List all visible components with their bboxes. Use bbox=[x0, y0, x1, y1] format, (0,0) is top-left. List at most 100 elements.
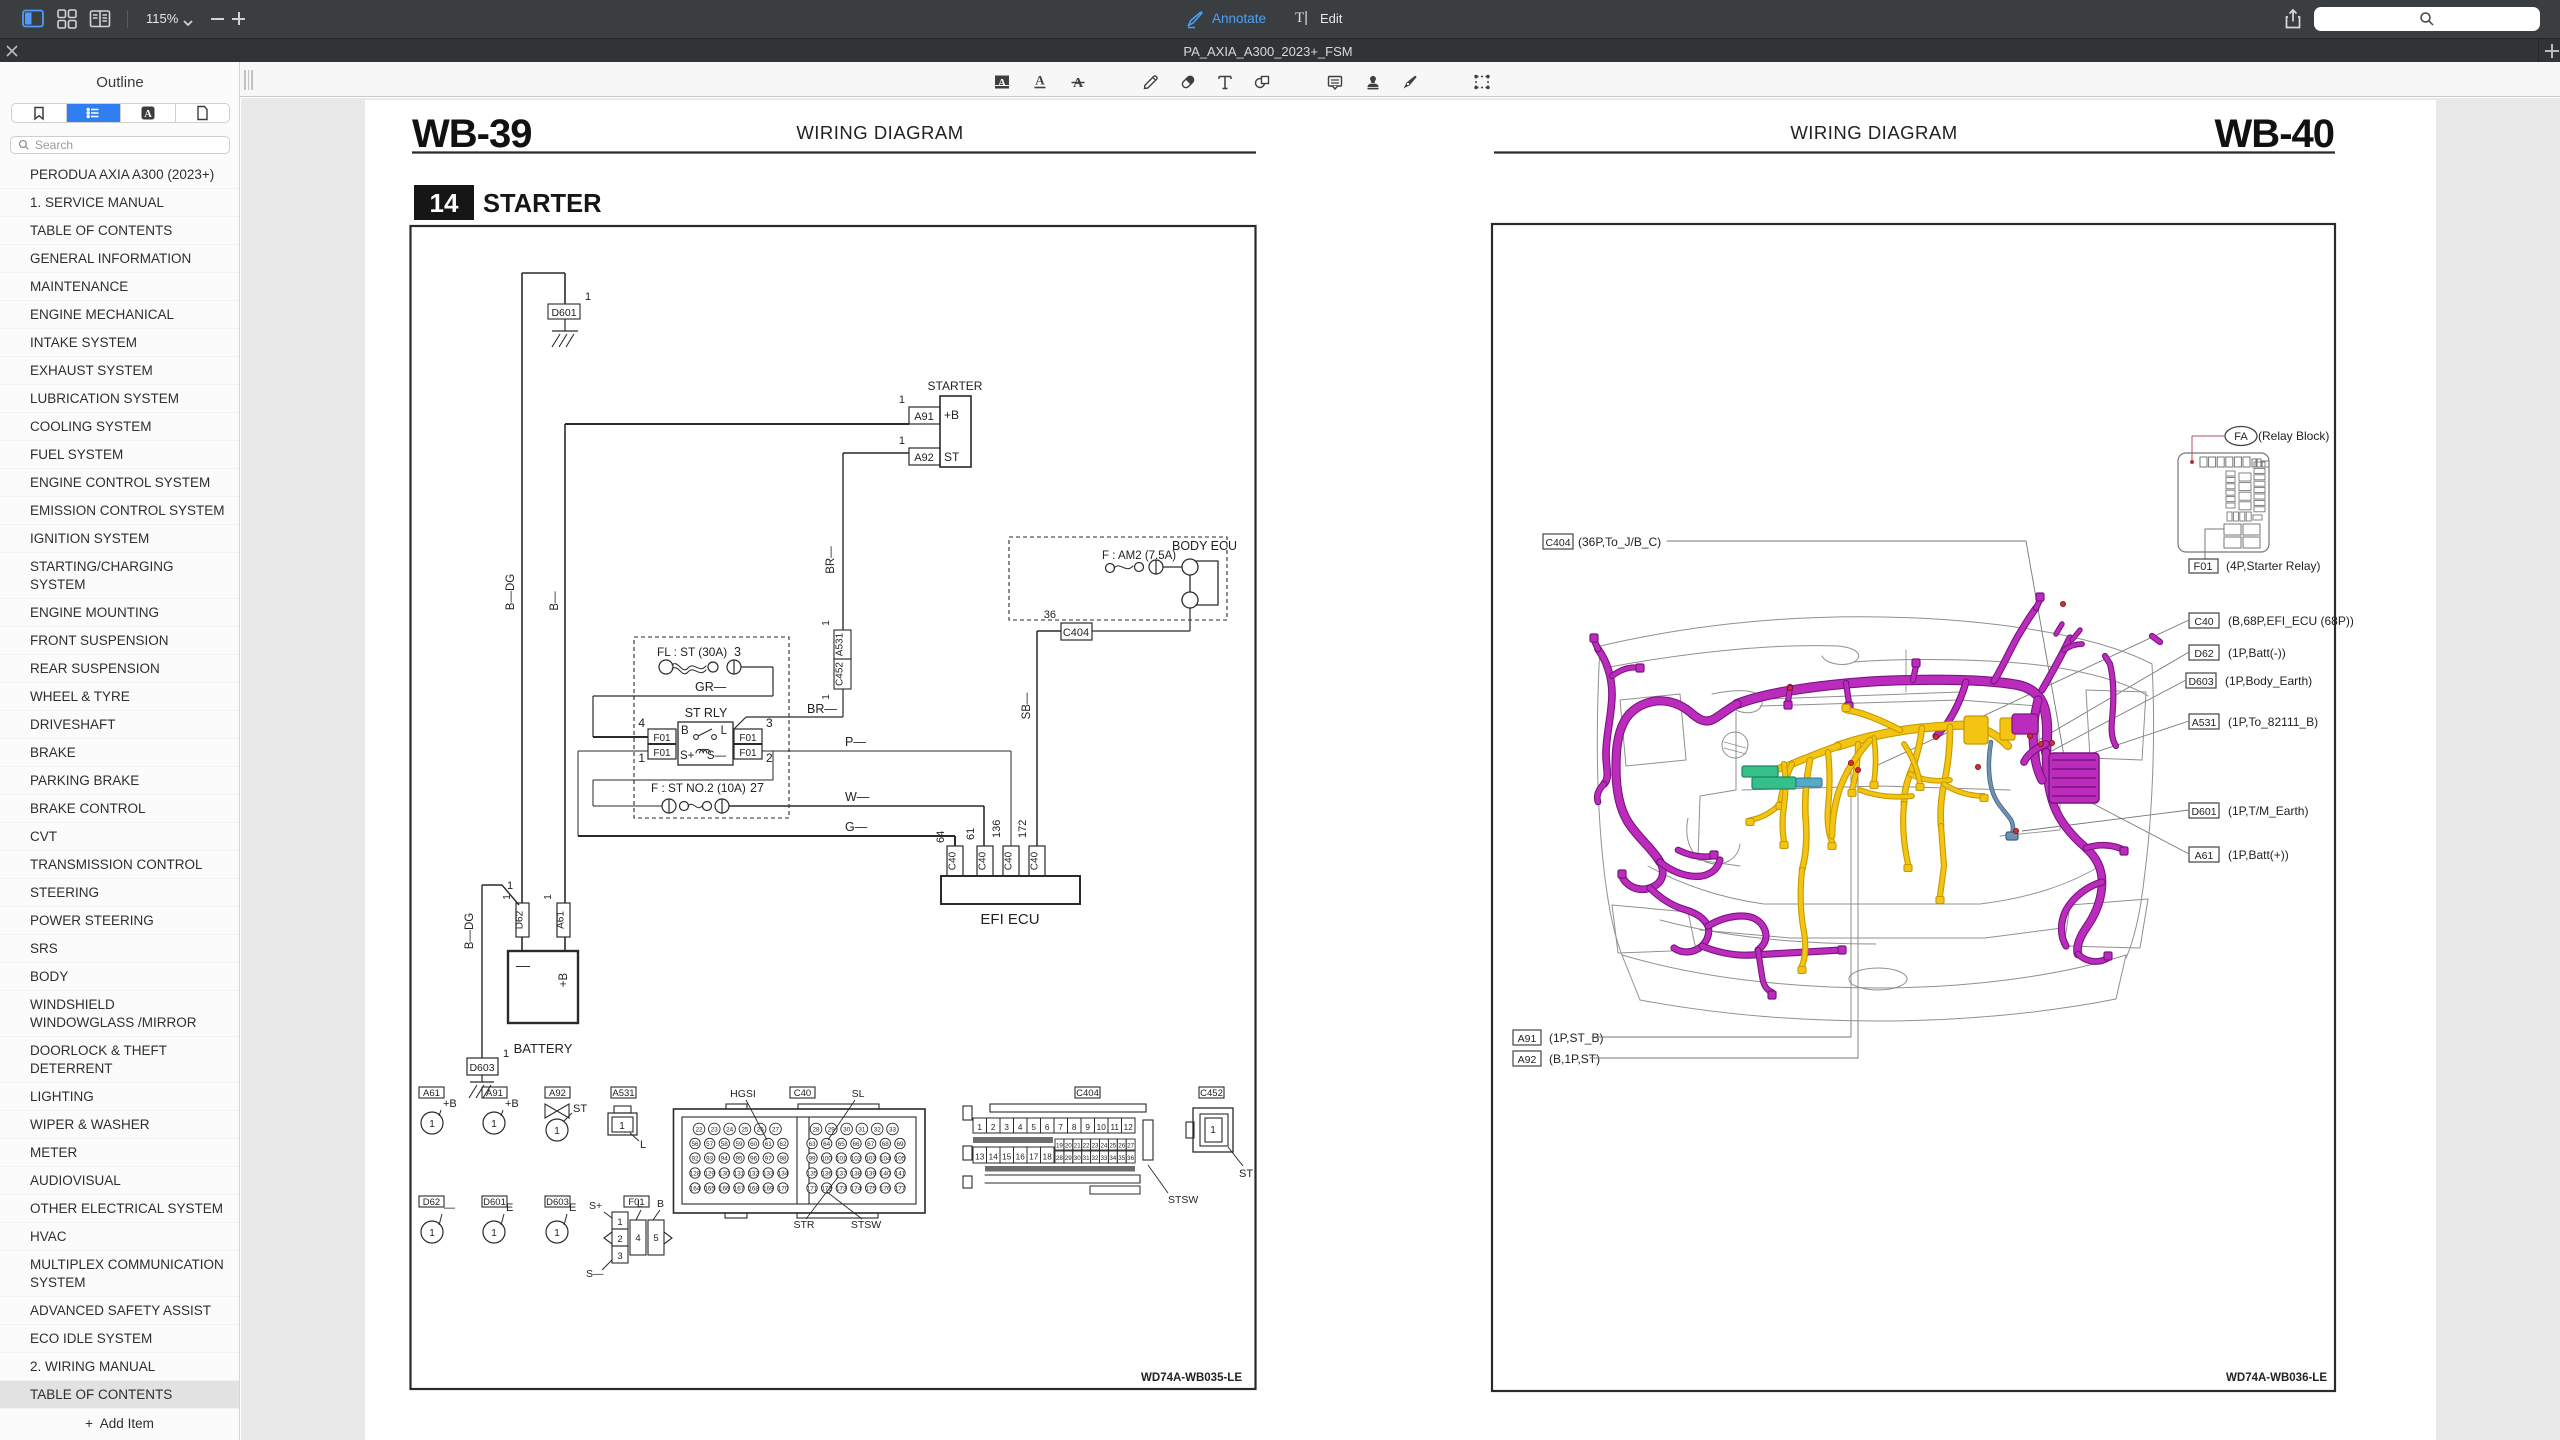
svg-text:59: 59 bbox=[735, 1141, 743, 1148]
svg-text:A: A bbox=[998, 77, 1006, 89]
svg-text:2: 2 bbox=[991, 1123, 996, 1132]
svg-text:BATTERY: BATTERY bbox=[514, 1041, 573, 1056]
svg-text:G—: G— bbox=[845, 820, 868, 834]
svg-text:176: 176 bbox=[880, 1185, 891, 1192]
svg-text:C40: C40 bbox=[2194, 616, 2213, 628]
svg-text:A91: A91 bbox=[914, 411, 934, 423]
svg-text:36: 36 bbox=[1127, 1155, 1134, 1162]
svg-text:58: 58 bbox=[721, 1141, 729, 1148]
svg-text:3: 3 bbox=[734, 645, 741, 659]
svg-text:95: 95 bbox=[735, 1155, 743, 1162]
svg-text:BODY ECU: BODY ECU bbox=[1172, 539, 1237, 553]
svg-text:F01: F01 bbox=[2194, 561, 2213, 573]
svg-text:28: 28 bbox=[1056, 1155, 1063, 1162]
svg-text:139: 139 bbox=[865, 1170, 876, 1177]
svg-text:172: 172 bbox=[1017, 820, 1029, 838]
svg-text:65: 65 bbox=[838, 1141, 846, 1148]
svg-text:1: 1 bbox=[821, 620, 832, 626]
svg-text:93: 93 bbox=[706, 1155, 714, 1162]
svg-text:D62: D62 bbox=[423, 1197, 440, 1208]
svg-text:5: 5 bbox=[653, 1233, 658, 1244]
svg-text:132: 132 bbox=[748, 1170, 759, 1177]
svg-text:C452: C452 bbox=[835, 662, 846, 686]
svg-text:29: 29 bbox=[828, 1126, 836, 1133]
svg-text:F : AM2 (7.5A): F : AM2 (7.5A) bbox=[1102, 550, 1176, 562]
svg-text:A61: A61 bbox=[2195, 850, 2214, 862]
svg-text:(1P,To_82111_B): (1P,To_82111_B) bbox=[2228, 715, 2318, 729]
svg-text:D62: D62 bbox=[2194, 648, 2213, 660]
svg-text:STR: STR bbox=[794, 1219, 815, 1231]
svg-text:31: 31 bbox=[858, 1126, 866, 1133]
svg-text:S+: S+ bbox=[589, 1200, 602, 1212]
svg-text:36: 36 bbox=[1044, 609, 1056, 621]
svg-text:D62: D62 bbox=[515, 910, 526, 929]
svg-text:FA: FA bbox=[2234, 431, 2248, 443]
svg-text:64: 64 bbox=[823, 1141, 831, 1148]
svg-text:30: 30 bbox=[843, 1126, 851, 1133]
svg-text:27: 27 bbox=[750, 781, 764, 795]
svg-text:1: 1 bbox=[429, 1119, 435, 1130]
svg-text:130: 130 bbox=[719, 1170, 730, 1177]
svg-text:63: 63 bbox=[808, 1141, 816, 1148]
svg-text:31: 31 bbox=[1083, 1155, 1090, 1162]
svg-text:174: 174 bbox=[851, 1185, 862, 1192]
svg-text:(1P,Batt(-)): (1P,Batt(-)) bbox=[2228, 646, 2286, 660]
svg-text:C40: C40 bbox=[1004, 851, 1015, 870]
svg-text:(36P,To_J/B_C): (36P,To_J/B_C) bbox=[1578, 535, 1661, 549]
svg-text:23: 23 bbox=[711, 1126, 719, 1133]
svg-text:24: 24 bbox=[726, 1126, 734, 1133]
svg-text:28: 28 bbox=[812, 1126, 820, 1133]
svg-text:SL: SL bbox=[852, 1088, 865, 1100]
svg-text:2: 2 bbox=[766, 751, 773, 765]
svg-text:S+: S+ bbox=[680, 750, 695, 762]
svg-text:104: 104 bbox=[880, 1155, 891, 1162]
svg-text:24: 24 bbox=[1100, 1143, 1107, 1150]
svg-text:141: 141 bbox=[895, 1170, 906, 1177]
svg-text:92: 92 bbox=[691, 1155, 699, 1162]
svg-text:D601: D601 bbox=[551, 307, 576, 319]
svg-text:15: 15 bbox=[1002, 1153, 1012, 1162]
svg-text:(1P,Batt(+)): (1P,Batt(+)) bbox=[2228, 848, 2289, 862]
svg-text:18: 18 bbox=[1043, 1153, 1053, 1162]
svg-text:140: 140 bbox=[880, 1170, 891, 1177]
svg-text:L: L bbox=[640, 1139, 646, 1151]
svg-text:103: 103 bbox=[865, 1155, 876, 1162]
svg-text:WD74A-WB036-LE: WD74A-WB036-LE bbox=[2226, 1372, 2327, 1384]
svg-text:135: 135 bbox=[807, 1170, 818, 1177]
svg-text:B: B bbox=[681, 725, 689, 737]
svg-text:61: 61 bbox=[965, 828, 977, 840]
svg-text:BR—: BR— bbox=[807, 702, 837, 716]
svg-text:F : ST NO.2 (10A): F : ST NO.2 (10A) bbox=[651, 781, 746, 795]
svg-text:ST RLY: ST RLY bbox=[685, 706, 728, 720]
svg-text:175: 175 bbox=[865, 1185, 876, 1192]
svg-text:STARTER: STARTER bbox=[928, 379, 983, 393]
svg-text:134: 134 bbox=[778, 1170, 789, 1177]
svg-text:+B: +B bbox=[944, 408, 959, 422]
svg-text:20: 20 bbox=[1065, 1143, 1072, 1150]
svg-text:1: 1 bbox=[429, 1228, 435, 1239]
svg-text:A61: A61 bbox=[423, 1088, 440, 1099]
svg-text:STARTER: STARTER bbox=[483, 190, 602, 218]
svg-text:(1P,Body_Earth): (1P,Body_Earth) bbox=[2225, 674, 2312, 688]
svg-text:WIRING DIAGRAM: WIRING DIAGRAM bbox=[1790, 122, 1957, 143]
svg-text:22: 22 bbox=[1083, 1143, 1090, 1150]
svg-text:C404: C404 bbox=[1063, 627, 1089, 639]
svg-text:19: 19 bbox=[1056, 1143, 1063, 1150]
svg-text:S—: S— bbox=[586, 1268, 604, 1280]
svg-text:33: 33 bbox=[889, 1126, 897, 1133]
svg-text:F01: F01 bbox=[739, 733, 757, 744]
svg-text:3: 3 bbox=[1004, 1123, 1009, 1132]
svg-text:12: 12 bbox=[1124, 1123, 1134, 1132]
svg-text:177: 177 bbox=[895, 1185, 906, 1192]
svg-text:1: 1 bbox=[1210, 1125, 1216, 1136]
svg-text:A: A bbox=[1035, 73, 1045, 88]
svg-text:10: 10 bbox=[1097, 1123, 1107, 1132]
svg-text:ST: ST bbox=[944, 450, 960, 464]
svg-text:GR—: GR— bbox=[695, 680, 727, 694]
svg-text:25: 25 bbox=[1109, 1143, 1116, 1150]
svg-text:ST: ST bbox=[1239, 1168, 1253, 1180]
svg-text:6: 6 bbox=[1045, 1123, 1050, 1132]
svg-text:64: 64 bbox=[935, 831, 947, 843]
svg-text:W—: W— bbox=[845, 790, 870, 804]
svg-text:1: 1 bbox=[977, 1123, 982, 1132]
